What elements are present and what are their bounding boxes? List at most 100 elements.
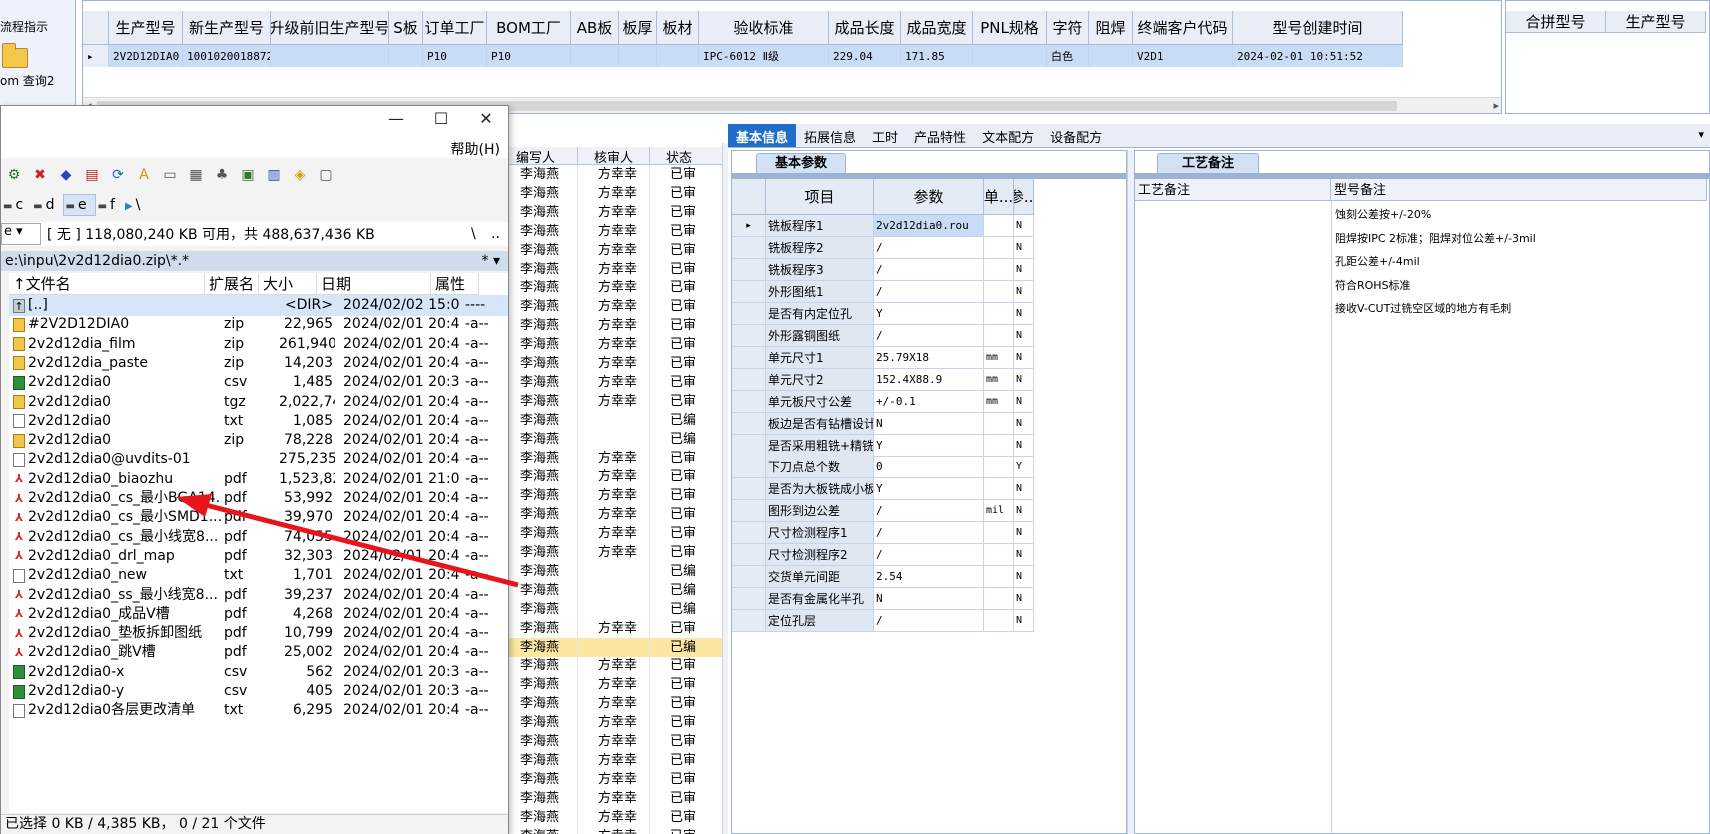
params-cell[interactable]	[984, 412, 1014, 435]
params-cell[interactable]: 2.54	[874, 566, 984, 589]
table-row[interactable]: 李海燕方幸幸已审	[500, 259, 727, 279]
params-cell[interactable]: N	[1014, 500, 1034, 523]
review-grid-col-header[interactable]: 编写人	[500, 147, 578, 166]
table-row[interactable]: 李海燕方幸幸已审	[500, 656, 727, 676]
model-grid-col-header[interactable]: S板	[389, 11, 423, 45]
params-cell[interactable]	[984, 478, 1014, 501]
table-row[interactable]: 李海燕方幸幸已审	[500, 826, 727, 834]
close-icon[interactable]: ✕	[471, 109, 501, 128]
table-row[interactable]: 李海燕方幸幸已审	[500, 486, 727, 506]
table-row[interactable]: 李海燕方幸幸已审	[500, 467, 727, 487]
params-row[interactable]: 外形露铜图纸 / N	[732, 324, 1034, 347]
model-note-line[interactable]: 蚀刻公差按+/-20%	[1335, 206, 1431, 222]
params-cell[interactable]	[984, 236, 1014, 259]
params-cell[interactable]: mm	[984, 346, 1014, 369]
model-grid-cell[interactable]	[1089, 45, 1133, 67]
merge-model-header[interactable]: 合拼型号	[1506, 11, 1606, 33]
table-row[interactable]: 李海燕方幸幸已审	[500, 202, 727, 222]
params-cell[interactable]: 2v2d12dia0.rou	[874, 215, 984, 237]
table-row[interactable]: 李海燕方幸幸已审	[500, 675, 727, 695]
model-grid-cell[interactable]	[619, 45, 657, 67]
launcher-item-flow-label[interactable]: 流程指示	[0, 18, 48, 35]
params-cell[interactable]	[984, 302, 1014, 325]
file-row[interactable]: 2v2d12dia0 txt 1,085 2024/02/01 20:43 -a--	[9, 411, 508, 432]
image-icon[interactable]: ▣	[235, 167, 261, 183]
screen-icon[interactable]: ▢	[313, 167, 339, 183]
params-cell[interactable]: /	[874, 610, 984, 633]
splitter[interactable]	[722, 143, 728, 834]
drive-root[interactable]: ▶ \	[123, 195, 148, 215]
launcher-item-query-label[interactable]: om 查询2	[0, 72, 54, 89]
process-notes-header[interactable]: 工艺备注	[1135, 179, 1331, 201]
params-cell[interactable]: N	[1014, 215, 1034, 237]
table-row[interactable]: 李海燕方幸幸已审	[500, 694, 727, 714]
model-grid-cell[interactable]: V2D1	[1133, 45, 1233, 67]
model-grid-col-header[interactable]: 成品长度	[829, 11, 901, 45]
model-grid-cell[interactable]	[657, 45, 699, 67]
table-row[interactable]: 李海燕方幸幸已审	[500, 297, 727, 317]
params-row[interactable]: 单元板尺寸公差 +/-0.1 mm N	[732, 390, 1034, 413]
table-row[interactable]: 李海燕方幸幸已审	[500, 807, 727, 827]
scroll-right-icon[interactable]: ▸	[1493, 99, 1499, 112]
model-grid-col-header[interactable]: 终端客户代码	[1133, 11, 1233, 45]
nav-root-button[interactable]: \	[471, 226, 476, 242]
params-cell[interactable]: 152.4X88.9	[874, 368, 984, 391]
table-row[interactable]: 李海燕方幸幸已审	[500, 335, 727, 355]
splitter[interactable]	[1127, 150, 1134, 834]
table-row[interactable]: 李海燕方幸幸已审	[500, 183, 727, 203]
table-row[interactable]: 李海燕方幸幸已审	[500, 240, 727, 260]
file-row[interactable]: ⅄ 2v2d12dia0_cs_最小BGA14... pdf 53,992 2024/0…	[9, 488, 508, 509]
params-cell[interactable]: Y	[1014, 456, 1034, 479]
table-row[interactable]: 李海燕方幸幸已审	[500, 732, 727, 751]
model-grid-cell[interactable]: P10	[423, 45, 487, 67]
params-row[interactable]: 下刀点总个数 0 Y	[732, 456, 1034, 479]
params-row[interactable]: 板边是否有钻槽设计 N N	[732, 412, 1034, 435]
file-row[interactable]: ⅄ 2v2d12dia0_垫板拆卸图纸 pdf 10,799 2024/02/01 20…	[9, 623, 508, 644]
model-grid-cell[interactable]: IPC-6012 Ⅱ级	[699, 45, 829, 67]
model-grid-col-header[interactable]: 新生产型号	[183, 11, 271, 45]
shield-icon[interactable]: ◈	[287, 167, 313, 183]
model-grid-row[interactable]: ▸ 2V2D12DIA0 10010200188725 P10 P10 IPC-6012 …	[83, 45, 1403, 67]
params-cell[interactable]	[984, 566, 1014, 589]
model-grid-col-header[interactable]: 成品宽度	[901, 11, 973, 45]
params-cell[interactable]: /	[874, 522, 984, 545]
table-row[interactable]: 李海燕方幸幸已审	[500, 354, 727, 373]
path-filter-dropdown[interactable]: * ▾	[482, 251, 500, 271]
file-col-header[interactable]: 属性	[431, 273, 479, 295]
file-row[interactable]: 2v2d12dia0-y csv 405 2024/02/01 20:31 -a--	[9, 681, 508, 702]
model-grid-col-header[interactable]: 订单工厂	[423, 11, 487, 45]
table-row[interactable]: 李海燕方幸幸已审	[500, 769, 727, 789]
file-row[interactable]: 2v2d12dia0 zip 78,228 2024/02/01 20:47 -a--	[9, 430, 508, 451]
params-row[interactable]: 交货单元间距 2.54 N	[732, 566, 1034, 589]
model-notes-header[interactable]: 型号备注	[1331, 179, 1707, 201]
tree-icon[interactable]: ♣	[209, 167, 235, 183]
settings-icon[interactable]: ⚙	[1, 167, 27, 183]
model-grid-col-header[interactable]: 生产型号	[109, 11, 183, 45]
file-row[interactable]: 2v2d12dia0 csv 1,485 2024/02/01 20:31 -a--	[9, 372, 508, 393]
production-model-header[interactable]: 生产型号	[1606, 11, 1706, 33]
params-cell[interactable]: N	[1014, 390, 1034, 413]
model-grid-cell[interactable]: 229.04	[829, 45, 901, 67]
model-grid-col-header[interactable]: AB板	[571, 11, 619, 45]
model-grid-cell[interactable]: 10010200188725	[183, 45, 271, 67]
params-cell[interactable]: mil	[984, 500, 1014, 523]
file-row[interactable]: 2v2d12dia_paste zip 14,203 2024/02/01 20:45…	[9, 353, 508, 374]
menu-help[interactable]: 帮助(H)	[451, 139, 500, 159]
review-grid-col-header[interactable]: 状态	[650, 147, 727, 166]
params-cell[interactable]	[984, 215, 1014, 237]
model-grid-col-header[interactable]: 型号创建时间	[1233, 11, 1403, 45]
drive-e[interactable]: ▬ e	[62, 194, 96, 216]
params-cell[interactable]: N	[1014, 324, 1034, 347]
model-grid-cell[interactable]: 2024-02-01 10:51:52	[1233, 45, 1403, 67]
file-row[interactable]: #2V2D12DIA0 zip 22,965 2024/02/01 20:47 -a--	[9, 314, 508, 335]
table-row[interactable]: 李海燕 已编	[500, 637, 727, 657]
tab-2[interactable]: 工时	[864, 124, 906, 147]
params-cell[interactable]: N	[874, 588, 984, 611]
page-icon[interactable]: ▭	[157, 167, 183, 183]
params-cell[interactable]	[984, 456, 1014, 479]
table-row[interactable]: 李海燕 已编	[500, 410, 727, 430]
nav-up-button[interactable]: ..	[491, 226, 500, 242]
params-row[interactable]: 定位孔层 / N	[732, 610, 1034, 633]
model-grid-col-header[interactable]: PNL规格	[973, 11, 1047, 45]
font-icon[interactable]: A	[131, 167, 157, 183]
